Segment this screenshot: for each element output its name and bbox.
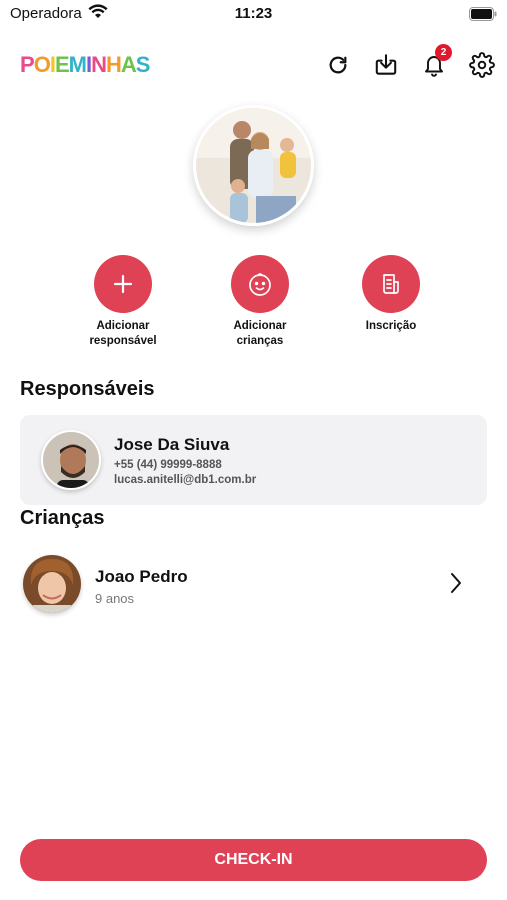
add-guardian-label-1: Adicionar <box>96 320 150 332</box>
clock: 11:23 <box>234 5 273 22</box>
logo-letter: A <box>120 52 137 77</box>
app-logo: POIEMINHAS <box>20 52 151 78</box>
status-bar: Operadora 11:23 <box>0 0 507 30</box>
registration-label: Inscrição <box>365 320 417 332</box>
logo-letter: M <box>68 52 87 77</box>
child-age: 9 anos <box>95 591 135 606</box>
logo-letter: E <box>54 52 70 77</box>
guardian-phone: +55 (44) 99999-8888 <box>114 459 222 471</box>
children-section-title: Crianças <box>20 507 105 529</box>
logo-letter: P <box>20 52 35 77</box>
guardians-section-title: Responsáveis <box>20 378 155 400</box>
logo-letter: S <box>135 52 151 77</box>
bell-icon[interactable]: 2 <box>419 44 452 80</box>
download-icon[interactable] <box>371 50 401 80</box>
notification-badge: 2 <box>435 44 452 61</box>
add-children-label-1: Adicionar <box>233 320 287 332</box>
family-avatar[interactable] <box>193 105 314 226</box>
checkin-button[interactable]: CHECK-IN <box>20 839 487 881</box>
baby-face-icon <box>231 255 289 313</box>
guardian-email: lucas.anitelli@db1.com.br <box>114 474 257 486</box>
add-children-button[interactable]: Adicionar crianças <box>205 255 315 349</box>
app-header: POIEMINHAS 2 <box>0 44 507 88</box>
add-guardian-label-2: responsável <box>89 335 157 347</box>
child-list-item[interactable]: Joao Pedro 9 anos <box>20 550 487 620</box>
guardian-avatar <box>41 430 101 490</box>
logo-letter: N <box>91 52 107 77</box>
guardian-name: Jose Da Siuva <box>114 435 230 454</box>
child-avatar <box>23 555 81 613</box>
logo-letter: H <box>105 52 122 77</box>
chevron-right-icon <box>450 572 462 599</box>
refresh-icon[interactable] <box>323 50 353 80</box>
guardian-card[interactable]: Jose Da Siuva +55 (44) 99999-8888 lucas.… <box>20 415 487 505</box>
add-guardian-button[interactable]: Adicionar responsável <box>68 255 178 349</box>
document-icon <box>362 255 420 313</box>
logo-letter: O <box>33 52 51 77</box>
add-children-label-2: crianças <box>236 335 284 347</box>
plus-icon <box>94 255 152 313</box>
child-name: Joao Pedro <box>95 567 188 586</box>
registration-button[interactable]: Inscrição <box>336 255 446 334</box>
gear-icon[interactable] <box>467 50 497 80</box>
battery-icon <box>469 7 497 26</box>
